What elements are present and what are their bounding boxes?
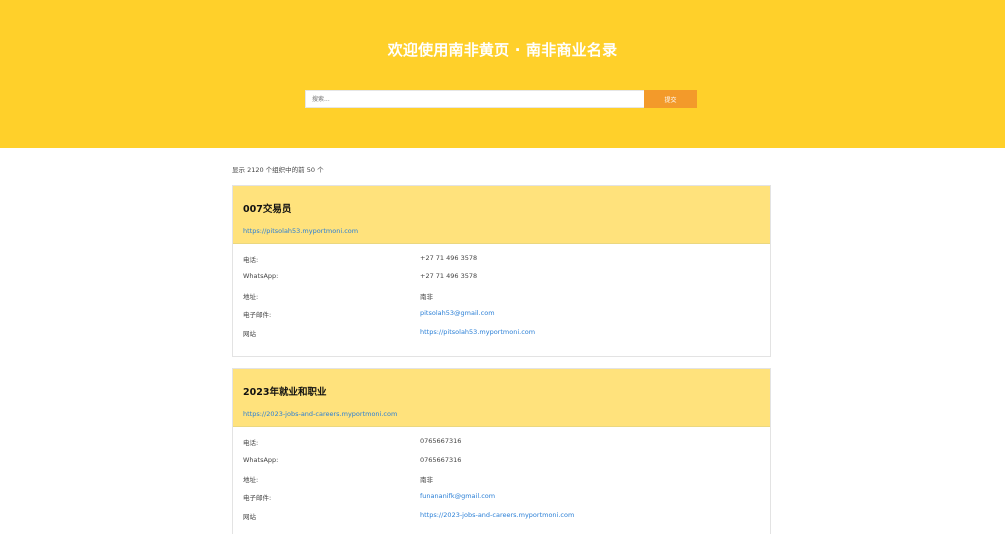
whatsapp-label: WhatsApp: (243, 272, 279, 280)
hero-banner: 欢迎使用南非黄页 · 南非商业名录 提交 (0, 0, 1005, 148)
business-name[interactable]: 007交易员 (243, 201, 291, 215)
business-card: 2023年就业和职业 https://2023-jobs-and-careers… (232, 368, 771, 534)
website-row: 网站 https://2023-jobs-and-careers.myportm… (233, 511, 772, 523)
phone-row: 电话: 0765667316 (233, 437, 772, 449)
phone-value: +27 71 496 3578 (420, 254, 478, 262)
email-label: 电子邮件: (243, 311, 272, 319)
email-label: 电子邮件: (243, 494, 272, 502)
website-row: 网站 https://pitsolah53.myportmoni.com (233, 328, 772, 340)
email-link[interactable]: funananifk@gmail.com (420, 492, 495, 500)
business-url-link[interactable]: https://2023-jobs-and-careers.myportmoni… (243, 410, 397, 418)
address-value: 南非 (420, 293, 433, 301)
card-header: 2023年就业和职业 https://2023-jobs-and-careers… (233, 369, 770, 427)
whatsapp-row: WhatsApp: +27 71 496 3578 (233, 272, 772, 284)
address-row: 地址: 南非 (233, 474, 772, 486)
address-row: 地址: 南非 (233, 291, 772, 303)
email-row: 电子邮件: pitsolah53@gmail.com (233, 309, 772, 321)
page-title: 欢迎使用南非黄页 · 南非商业名录 (387, 41, 618, 59)
phone-row: 电话: +27 71 496 3578 (233, 254, 772, 266)
address-label: 地址: (243, 476, 259, 484)
phone-label: 电话: (243, 256, 259, 264)
whatsapp-row: WhatsApp: 0765667316 (233, 456, 772, 468)
website-label: 网站 (243, 330, 256, 338)
business-url-link[interactable]: https://pitsolah53.myportmoni.com (243, 227, 358, 235)
card-header: 007交易员 https://pitsolah53.myportmoni.com (233, 186, 770, 244)
search-form: 提交 (305, 90, 697, 108)
results-summary: 显示 2120 个组织中的前 50 个 (232, 166, 324, 174)
whatsapp-value: +27 71 496 3578 (420, 272, 478, 280)
search-input[interactable] (305, 90, 644, 108)
email-row: 电子邮件: funananifk@gmail.com (233, 492, 772, 504)
business-card: 007交易员 https://pitsolah53.myportmoni.com… (232, 185, 771, 357)
phone-value: 0765667316 (420, 437, 462, 445)
whatsapp-value: 0765667316 (420, 456, 462, 464)
phone-label: 电话: (243, 439, 259, 447)
website-link[interactable]: https://2023-jobs-and-careers.myportmoni… (420, 511, 574, 519)
business-name[interactable]: 2023年就业和职业 (243, 384, 326, 398)
website-link[interactable]: https://pitsolah53.myportmoni.com (420, 328, 535, 336)
email-link[interactable]: pitsolah53@gmail.com (420, 309, 495, 317)
website-label: 网站 (243, 513, 256, 521)
address-label: 地址: (243, 293, 259, 301)
submit-button[interactable]: 提交 (644, 90, 697, 108)
address-value: 南非 (420, 476, 433, 484)
whatsapp-label: WhatsApp: (243, 456, 279, 464)
